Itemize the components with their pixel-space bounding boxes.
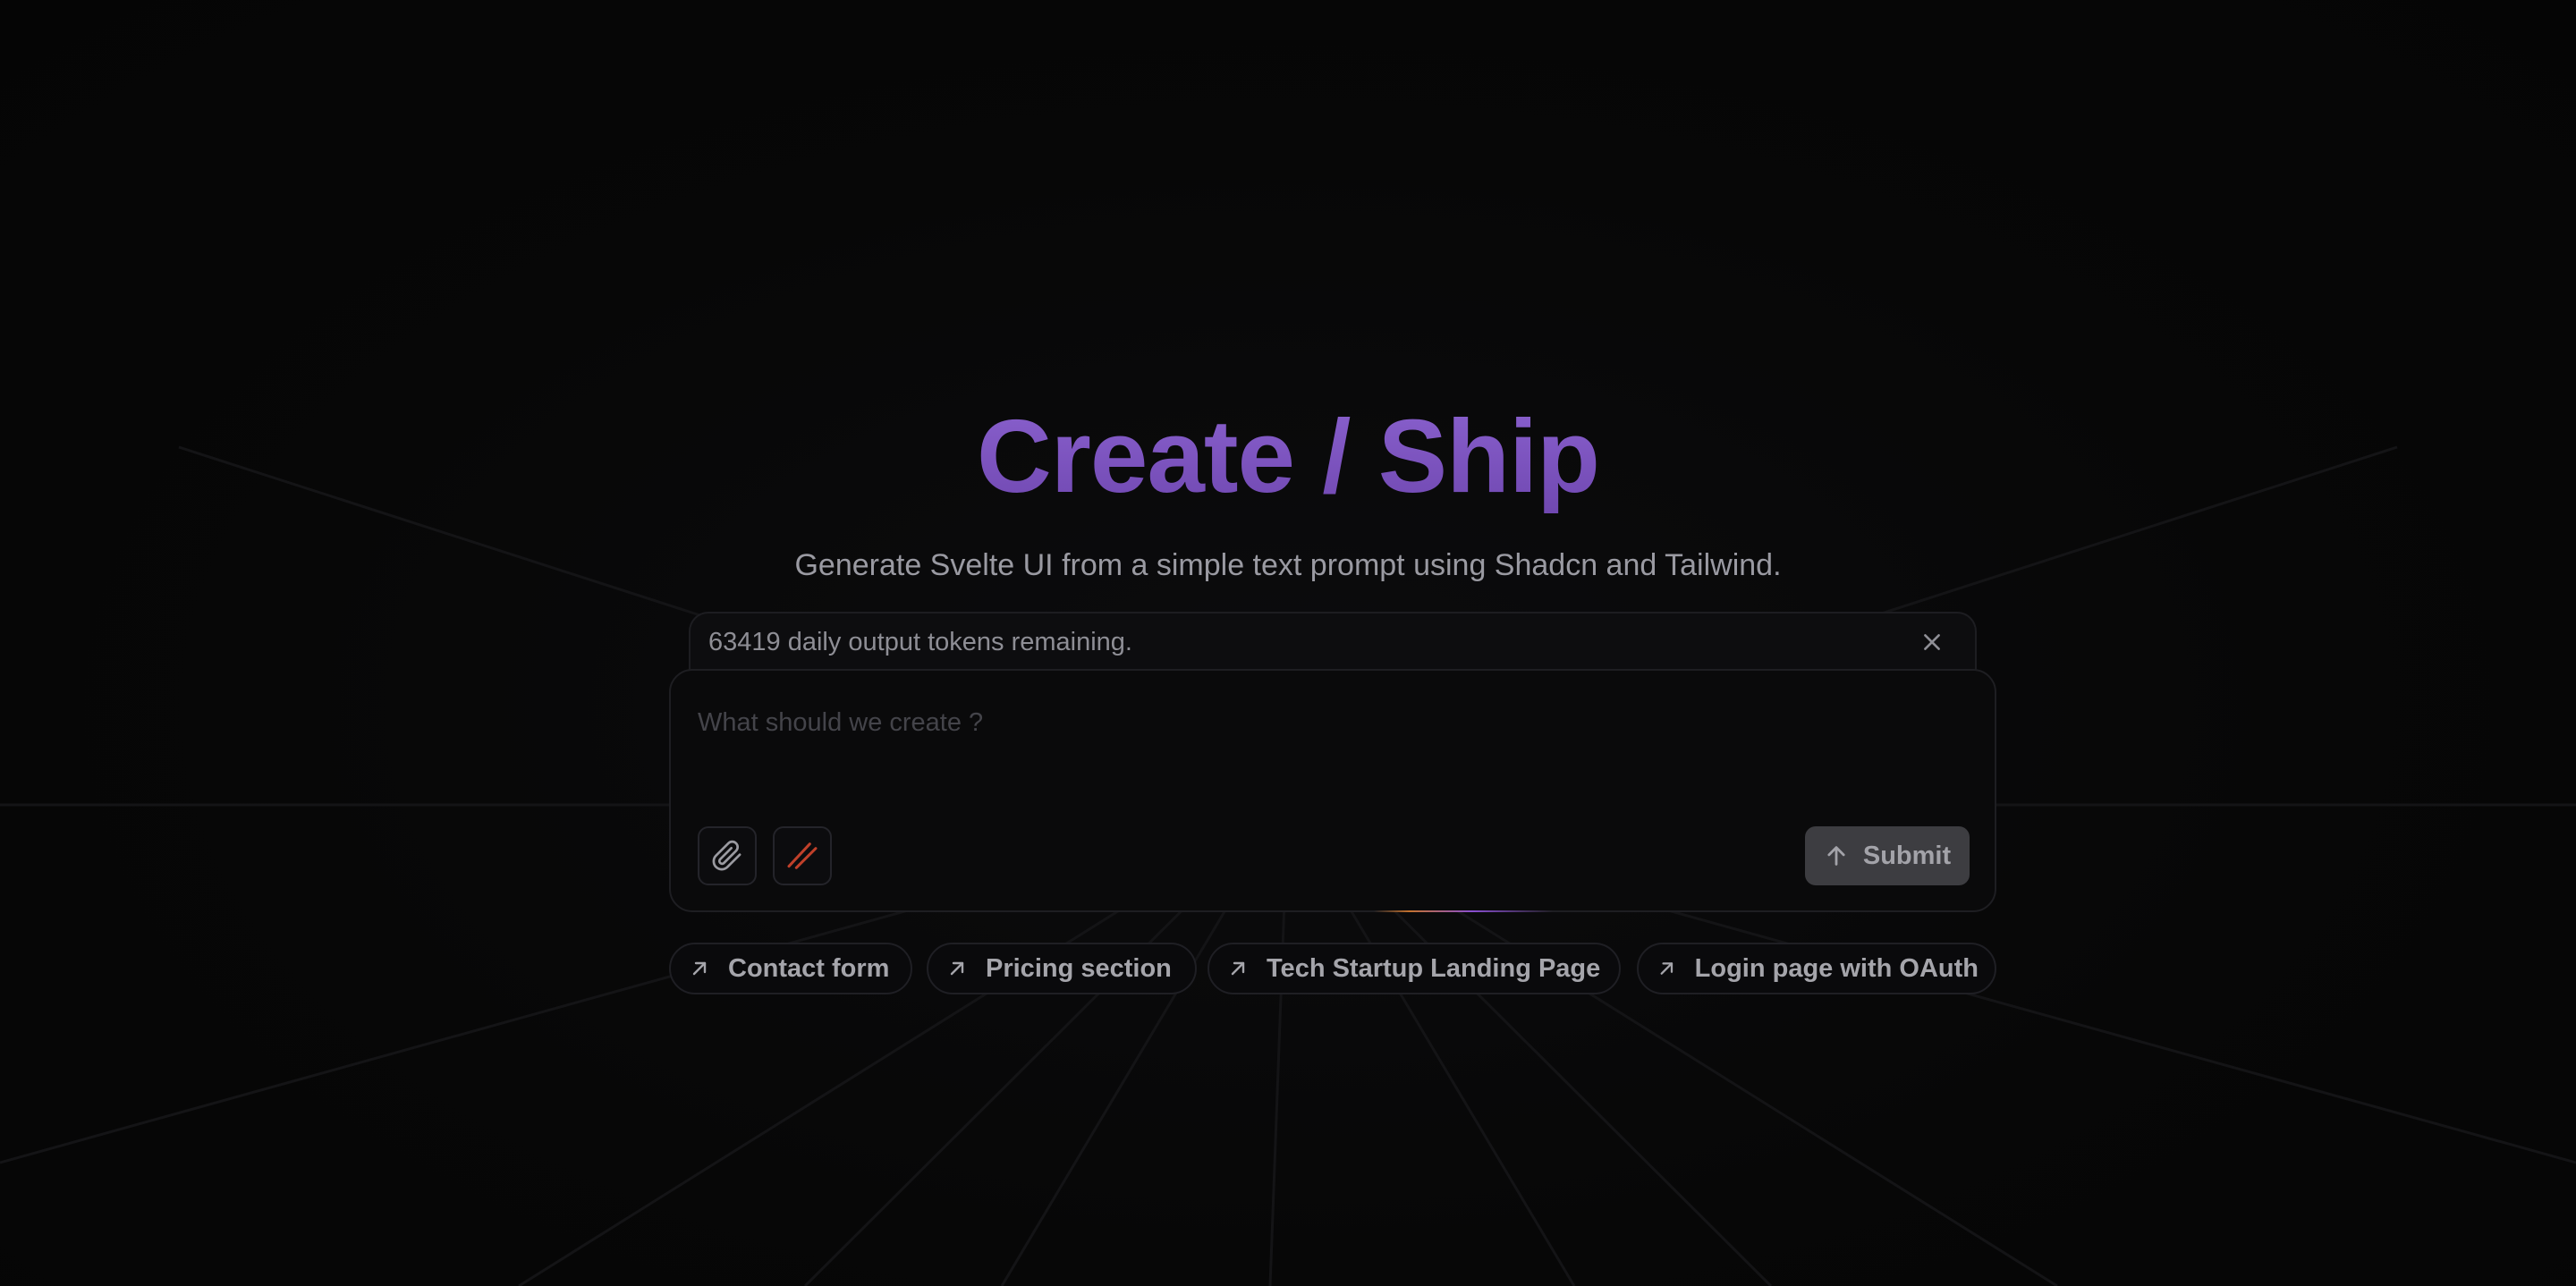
arrow-up-right-icon bbox=[1660, 962, 1674, 975]
paperclip-icon bbox=[712, 840, 741, 871]
close-icon bbox=[1924, 634, 1940, 650]
page: Create / Ship Generate Svelte UI from a … bbox=[0, 0, 2576, 1286]
attach-button[interactable] bbox=[698, 826, 757, 885]
suggestion-label: Login page with OAuth bbox=[1694, 953, 1979, 983]
suggestion-chip-login-oauth[interactable]: Login page with OAuth bbox=[1637, 943, 1996, 994]
token-notice: 63419 daily output tokens remaining. bbox=[689, 612, 1977, 671]
arrow-up-right-icon bbox=[692, 961, 707, 976]
suggestion-label: Tech Startup Landing Page bbox=[1267, 953, 1601, 983]
suggestion-chip-contact-form[interactable]: Contact form bbox=[669, 943, 912, 994]
svelte-icon bbox=[787, 842, 818, 869]
svelte-toggle-button[interactable] bbox=[773, 826, 832, 885]
arrow-up-right-icon bbox=[1231, 961, 1245, 976]
page-subtitle: Generate Svelte UI from a simple text pr… bbox=[794, 548, 1782, 582]
suggestion-label: Contact form bbox=[728, 953, 890, 983]
arrow-up-right-icon bbox=[950, 961, 964, 976]
submit-button[interactable]: Submit bbox=[1805, 826, 1970, 885]
hero: Create / Ship Generate Svelte UI from a … bbox=[0, 393, 2576, 585]
suggestion-chip-pricing-section[interactable]: Pricing section bbox=[927, 943, 1197, 994]
accent-glow-line bbox=[1374, 910, 1553, 912]
token-remaining-text: 63419 daily output tokens remaining. bbox=[708, 627, 1132, 656]
prompt-box: Submit bbox=[669, 669, 1996, 912]
submit-label: Submit bbox=[1862, 841, 1952, 870]
arrow-up-icon bbox=[1827, 846, 1845, 866]
suggestion-chip-tech-startup[interactable]: Tech Startup Landing Page bbox=[1208, 943, 1621, 994]
close-notice-button[interactable] bbox=[1914, 624, 1950, 660]
prompt-input[interactable] bbox=[698, 696, 1950, 749]
suggestion-label: Pricing section bbox=[986, 953, 1172, 983]
page-title: Create / Ship bbox=[0, 393, 2576, 519]
